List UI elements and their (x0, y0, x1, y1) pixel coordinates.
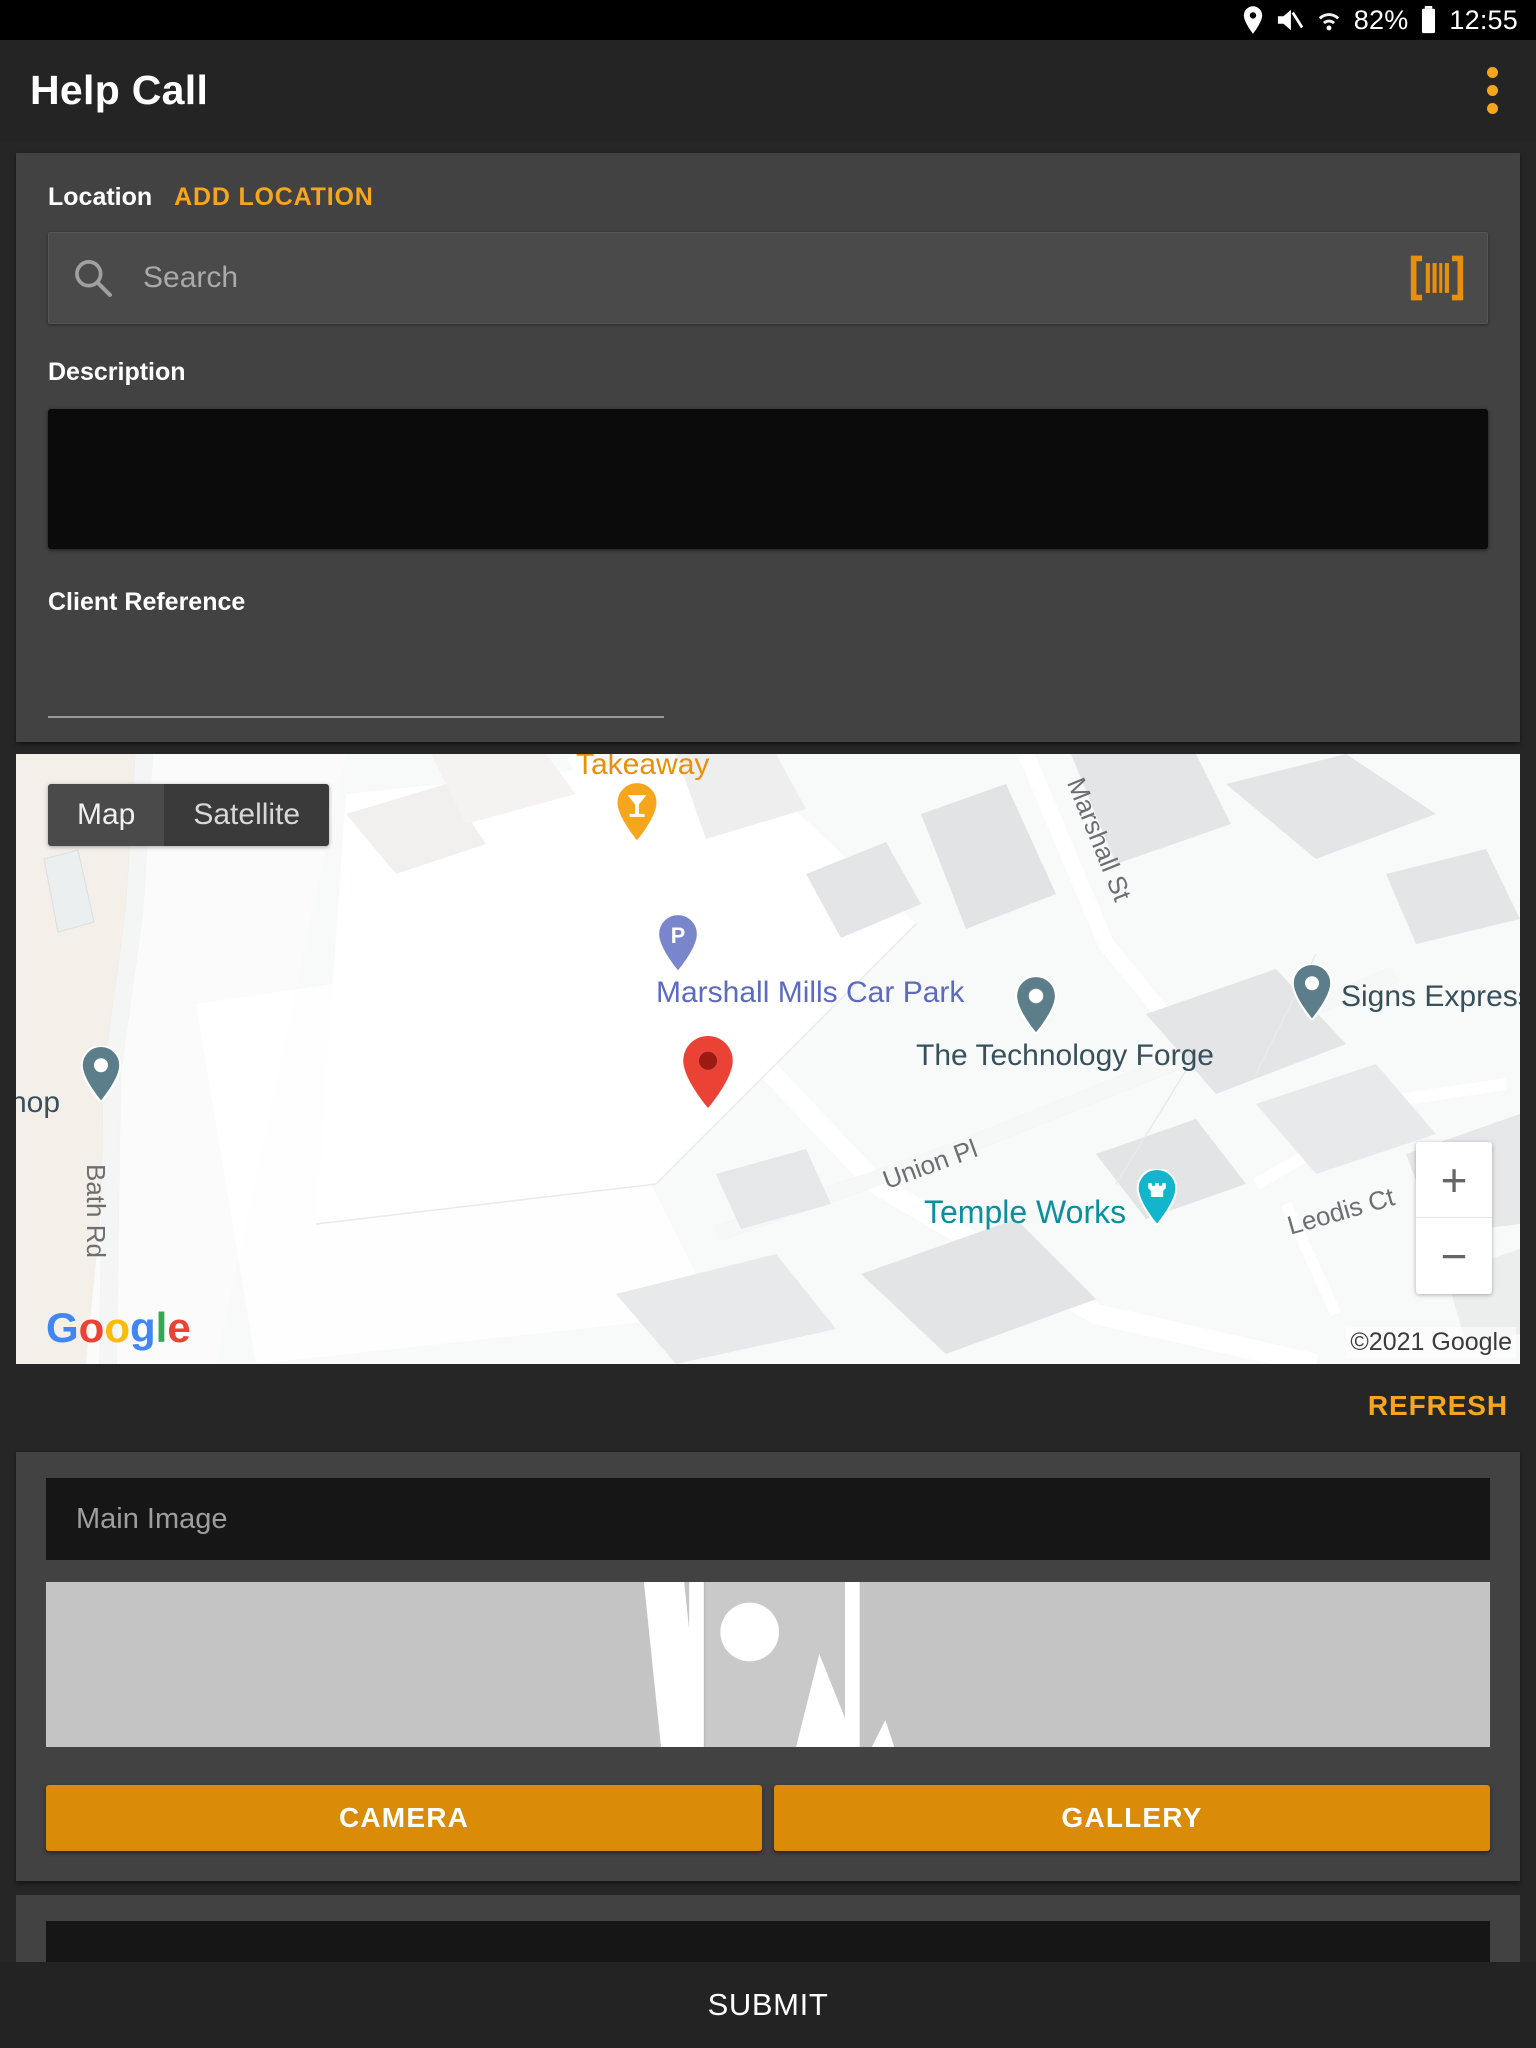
overflow-dot (1487, 103, 1498, 114)
business-pin-icon[interactable] (1014, 974, 1058, 1039)
map-type-map-option[interactable]: Map (48, 784, 165, 846)
google-logo-letter: e (167, 1304, 191, 1351)
location-pin-icon (1242, 6, 1264, 34)
google-map[interactable]: Map Satellite Takeaway P Marshall Mills … (16, 754, 1520, 1364)
parking-pin-icon[interactable]: P (656, 912, 700, 977)
map-attribution: ©2021 Google (1346, 1327, 1516, 1358)
barcode-scanner-icon[interactable] (1409, 253, 1465, 303)
refresh-row: REFRESH (0, 1364, 1536, 1440)
monument-pin-icon[interactable] (1136, 1168, 1178, 1230)
app-bar: Help Call (0, 40, 1536, 141)
client-reference-label: Client Reference (48, 588, 246, 616)
client-reference-input[interactable] (48, 662, 664, 718)
submit-label: SUBMIT (707, 1987, 829, 2022)
red-location-marker[interactable] (681, 1036, 735, 1113)
map-zoom-controls[interactable]: + − (1416, 1142, 1492, 1294)
poi-label-temple-works: Temple Works (924, 1194, 1127, 1230)
refresh-button[interactable]: REFRESH (1368, 1390, 1508, 1422)
poi-label-signs-express: Signs Express L (1341, 980, 1520, 1013)
google-logo-letter: l (155, 1304, 168, 1351)
main-image-card: Main Image CAMERA GALLERY (16, 1452, 1520, 1881)
google-logo-letter: o (104, 1304, 130, 1351)
restaurant-pin-icon[interactable] (614, 780, 660, 847)
map-type-satellite-option[interactable]: Satellite (164, 784, 330, 846)
google-logo-letter: g (129, 1304, 156, 1351)
camera-button[interactable]: CAMERA (46, 1785, 762, 1851)
google-logo-letter: o (78, 1304, 105, 1351)
business-pin-icon[interactable] (1291, 962, 1333, 1025)
map-type-toggle[interactable]: Map Satellite (48, 784, 330, 846)
svg-text:P: P (671, 923, 686, 948)
poi-label-takeaway: Takeaway (576, 754, 710, 781)
battery-icon (1420, 6, 1437, 34)
description-input[interactable] (48, 409, 1488, 549)
location-row: Location ADD LOCATION (48, 183, 1488, 212)
main-image-preview[interactable] (46, 1582, 1490, 1747)
location-form-card: Location ADD LOCATION Description Client… (16, 153, 1520, 742)
poi-label-hop: hop (16, 1086, 61, 1119)
submit-button[interactable]: SUBMIT (0, 1962, 1536, 2048)
clock-label: 12:55 (1449, 4, 1518, 35)
status-bar: 82% 12:55 (0, 0, 1536, 40)
location-label: Location (48, 183, 153, 211)
search-input[interactable] (115, 261, 1409, 295)
image-action-buttons: CAMERA GALLERY (46, 1785, 1490, 1851)
add-location-button[interactable]: ADD LOCATION (174, 183, 373, 212)
map-card: Map Satellite Takeaway P Marshall Mills … (16, 754, 1520, 1364)
battery-percent-label: 82% (1353, 4, 1409, 35)
overflow-dot (1487, 85, 1498, 96)
poi-label-the-technology-forge: The Technology Forge (916, 1039, 1214, 1072)
zoom-out-button[interactable]: − (1416, 1218, 1492, 1294)
google-logo-letter: G (46, 1304, 79, 1351)
poi-label-marshall-mills-car-park: Marshall Mills Car Park (656, 976, 965, 1009)
page-title: Help Call (30, 67, 209, 113)
business-pin-icon[interactable] (80, 1044, 122, 1107)
location-search-field[interactable] (48, 232, 1488, 324)
street-label-bath-rd: Bath Rd (81, 1164, 111, 1258)
description-label: Description (48, 358, 186, 386)
main-image-header: Main Image (46, 1478, 1490, 1560)
gallery-button[interactable]: GALLERY (774, 1785, 1490, 1851)
overflow-menu-icon[interactable] (1479, 59, 1506, 122)
search-icon (71, 256, 115, 300)
overflow-dot (1487, 67, 1498, 78)
zoom-in-button[interactable]: + (1416, 1142, 1492, 1218)
google-logo: Google (46, 1304, 191, 1352)
volume-muted-icon (1276, 7, 1304, 33)
wifi-icon (1316, 7, 1342, 34)
broken-image-icon (548, 1582, 988, 1747)
